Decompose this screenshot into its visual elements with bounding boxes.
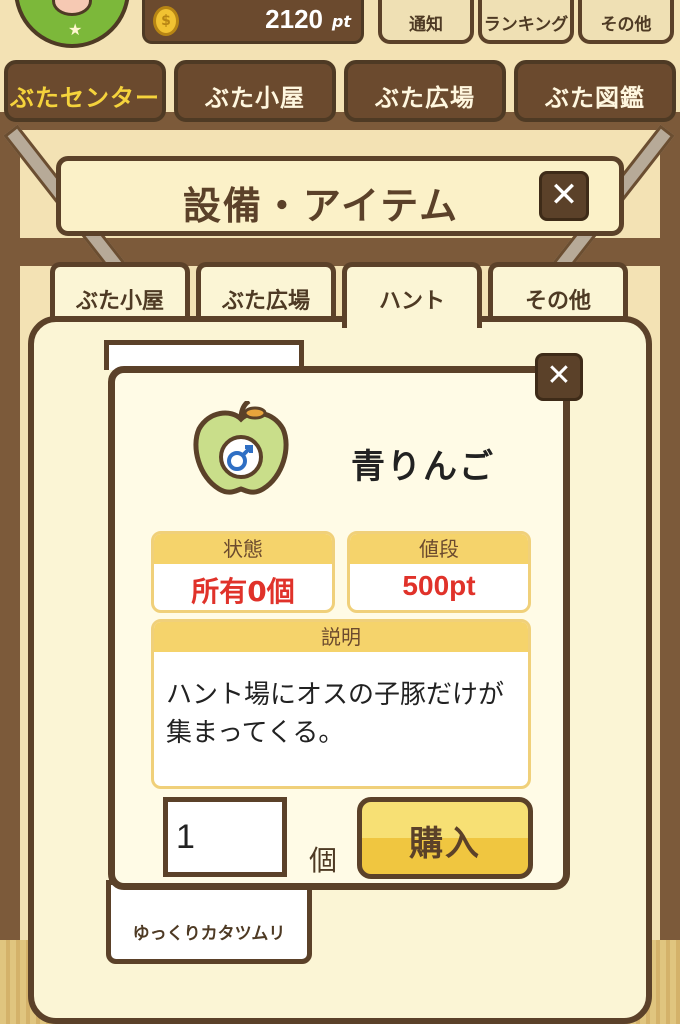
section-tab-pig-hut[interactable]: ぶた小屋 bbox=[50, 262, 190, 322]
top-bar: ★ $ 2120 pt 通知 ランキング その他 bbox=[0, 0, 680, 48]
male-symbol-apple-icon bbox=[193, 401, 289, 495]
quantity-input[interactable]: 1 bbox=[163, 797, 287, 877]
page-title: 設備・アイテム bbox=[182, 184, 460, 228]
category-tab-pig-center[interactable]: ぶたセンター bbox=[4, 60, 166, 122]
list-item[interactable]: ゆっくりカタツムリ bbox=[106, 880, 312, 964]
ranking-button[interactable]: ランキング bbox=[478, 0, 574, 44]
points-value: 2120 bbox=[265, 4, 323, 34]
other-menu-button[interactable]: その他 bbox=[578, 0, 674, 44]
section-tab-pig-plaza[interactable]: ぶた広場 bbox=[196, 262, 336, 322]
price-label: 値段 bbox=[350, 534, 528, 564]
price-value: 500pt bbox=[402, 570, 476, 601]
close-icon[interactable]: ✕ bbox=[535, 353, 583, 401]
buy-button[interactable]: 購入 bbox=[357, 797, 533, 879]
item-name: 青りんご bbox=[351, 447, 495, 487]
description-label: 説明 bbox=[154, 622, 528, 652]
category-tab-pig-plaza[interactable]: ぶた広場 bbox=[344, 60, 506, 122]
star-icon: ★ bbox=[68, 20, 83, 39]
description-box: 説明 ハント場にオスの子豚だけが集まってくる。 bbox=[151, 619, 531, 789]
points-display: $ 2120 pt bbox=[142, 0, 364, 44]
pig-face-icon bbox=[52, 0, 92, 16]
close-icon[interactable]: ✕ bbox=[539, 171, 589, 221]
wooden-post bbox=[660, 120, 680, 1020]
points-unit: pt bbox=[331, 12, 351, 31]
quantity-unit: 個 bbox=[309, 844, 338, 877]
notification-button[interactable]: 通知 bbox=[378, 0, 474, 44]
title-banner: 設備・アイテム ✕ bbox=[56, 156, 624, 236]
section-tab-other[interactable]: その他 bbox=[488, 262, 628, 322]
status-label: 状態 bbox=[154, 534, 332, 564]
item-detail-dialog: 青りんご ✕ 状態 所有0個 値段 500pt 説明 ハント場にオスの子豚だけが… bbox=[108, 353, 583, 890]
description-text: ハント場にオスの子豚だけが集まってくる。 bbox=[166, 680, 505, 748]
price-box: 値段 500pt bbox=[347, 531, 531, 613]
wooden-post bbox=[0, 120, 20, 1020]
status-value: 所有0個 bbox=[191, 575, 295, 608]
section-tab-hunt[interactable]: ハント bbox=[342, 262, 482, 328]
coin-icon: $ bbox=[153, 6, 179, 36]
player-avatar[interactable]: ★ bbox=[14, 0, 130, 48]
status-box: 状態 所有0個 bbox=[151, 531, 335, 613]
category-tab-pig-encyclopedia[interactable]: ぶた図鑑 bbox=[514, 60, 676, 122]
category-tab-pig-hut[interactable]: ぶた小屋 bbox=[174, 60, 336, 122]
